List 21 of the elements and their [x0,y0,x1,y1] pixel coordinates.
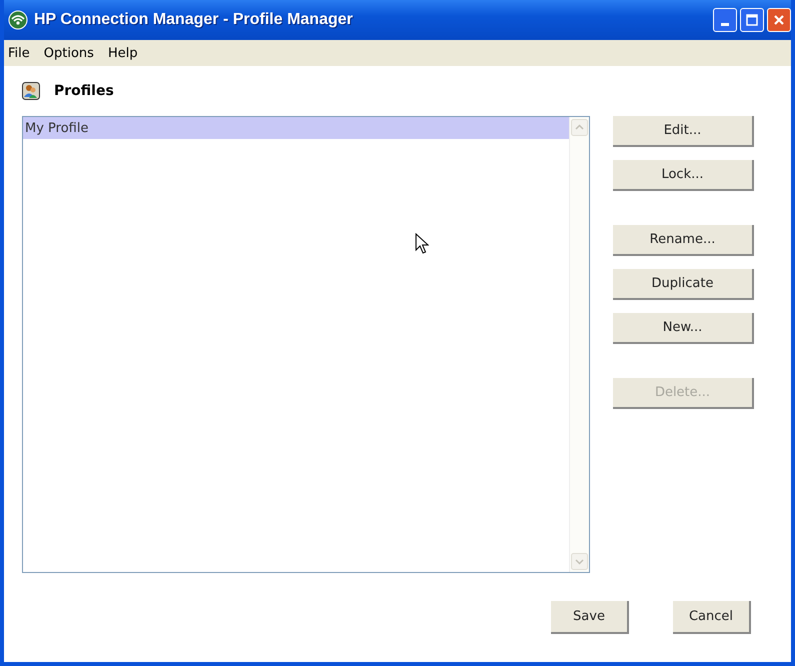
close-icon [773,14,785,26]
window-title: HP Connection Manager - Profile Manager [34,11,353,29]
menu-item[interactable]: Options [44,46,94,60]
action-button[interactable]: New... [613,313,754,344]
action-button[interactable]: Rename... [613,225,754,256]
section-title: Profiles [54,83,114,99]
menu-item[interactable]: File [8,46,30,60]
people-icon [22,82,40,100]
action-button[interactable]: Edit... [613,116,754,147]
action-button[interactable]: Duplicate [613,269,754,300]
dialog-button[interactable]: Cancel [673,601,751,634]
mouse-pointer-icon [415,233,429,255]
minimize-button[interactable] [713,8,737,32]
list-item[interactable]: My Profile [23,117,569,139]
action-button[interactable]: Lock... [613,160,754,191]
menu-item[interactable]: Help [108,46,138,60]
maximize-icon [746,14,758,26]
maximize-button[interactable] [740,8,764,32]
close-button[interactable] [767,8,791,32]
dialog-button[interactable]: Save [551,601,629,634]
minimize-icon [721,22,729,26]
